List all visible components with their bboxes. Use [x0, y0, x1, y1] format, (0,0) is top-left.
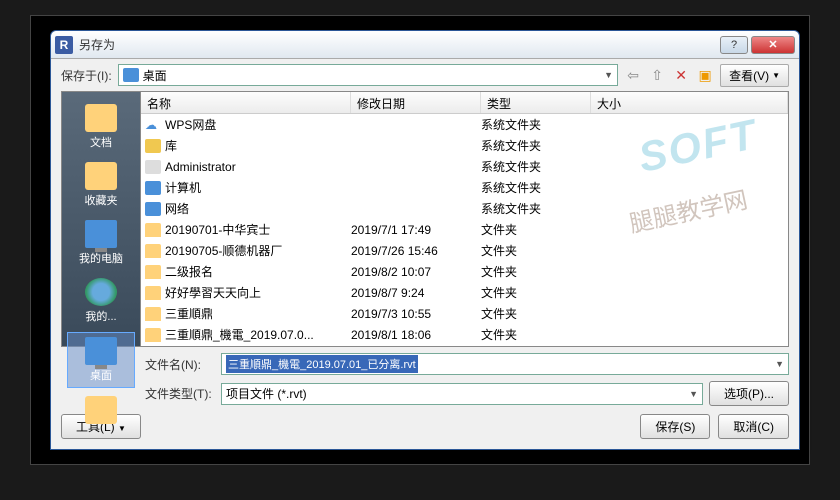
- file-date: 2019/7/3 10:55: [351, 307, 481, 321]
- bottom-bar: 工具(L) ▼ 保存(S) 取消(C): [51, 408, 799, 449]
- file-name: 三重順鼎_機電_2019.07.0...: [165, 326, 314, 343]
- app-icon: R: [55, 36, 73, 54]
- folder-icon: [145, 265, 161, 279]
- net-icon: [145, 202, 161, 216]
- file-name: 20190705-顺德机器厂: [165, 242, 282, 259]
- col-type[interactable]: 类型: [481, 92, 591, 113]
- options-button[interactable]: 选项(P)...: [709, 381, 789, 406]
- save-button[interactable]: 保存(S): [640, 414, 710, 439]
- save-in-label: 保存于(I):: [61, 67, 112, 84]
- window-buttons: ? ✕: [720, 36, 795, 54]
- folder-icon: [145, 328, 161, 342]
- file-row[interactable]: 计算机 系统文件夹: [141, 177, 788, 198]
- window-title: 另存为: [79, 36, 720, 53]
- folder-icon: [145, 244, 161, 258]
- filename-value: 三重順鼎_機電_2019.07.01_已分离.rvt: [226, 355, 418, 373]
- file-type: 文件夹: [481, 242, 591, 259]
- desktop-icon: [123, 68, 139, 82]
- file-list: ☁WPS网盘系统文件夹库系统文件夹Administrator系统文件夹计算机系统…: [141, 114, 788, 346]
- file-row[interactable]: 网络 系统文件夹: [141, 198, 788, 219]
- sidebar-item-favorites[interactable]: 收藏夹: [67, 158, 135, 212]
- file-type: 文件夹: [481, 326, 591, 343]
- file-row[interactable]: 二级报名 2019/8/2 10:07文件夹: [141, 261, 788, 282]
- file-row[interactable]: ☁ WPS网盘 系统文件夹: [141, 114, 788, 135]
- file-name: 库: [165, 137, 177, 154]
- file-type: 文件夹: [481, 263, 591, 280]
- filename-label: 文件名(N):: [145, 356, 215, 373]
- chevron-down-icon: ▼: [604, 70, 613, 80]
- toolbar-icons: ⇦ ⇧ ✕ ▣: [624, 66, 714, 84]
- folder-icon: [145, 286, 161, 300]
- filename-fields: 文件名(N): 三重順鼎_機電_2019.07.01_已分离.rvt ▼ 文件类…: [51, 347, 799, 408]
- chevron-down-icon: ▼: [772, 71, 780, 80]
- help-button[interactable]: ?: [720, 36, 748, 54]
- file-row[interactable]: 三重順鼎 2019/7/3 10:55文件夹: [141, 303, 788, 324]
- file-row[interactable]: 20190701-中华宾士 2019/7/1 17:49文件夹: [141, 219, 788, 240]
- file-type: 系统文件夹: [481, 179, 591, 196]
- back-icon[interactable]: ⇦: [624, 66, 642, 84]
- file-row[interactable]: 库 系统文件夹: [141, 135, 788, 156]
- file-date: 2019/8/7 9:24: [351, 286, 481, 300]
- column-headers: 名称 修改日期 类型 大小: [141, 92, 788, 114]
- file-name: 计算机: [165, 179, 201, 196]
- file-name: 20190701-中华宾士: [165, 221, 270, 238]
- file-list-area: SOFT 腿腿教学网 名称 修改日期 类型 大小 ☁WPS网盘系统文件夹库系统文…: [141, 91, 789, 347]
- cancel-button[interactable]: 取消(C): [718, 414, 789, 439]
- col-date[interactable]: 修改日期: [351, 92, 481, 113]
- file-name: Administrator: [165, 160, 236, 174]
- filetype-dropdown[interactable]: 项目文件 (*.rvt) ▼: [221, 383, 703, 405]
- file-name: 二级报名: [165, 263, 213, 280]
- file-name: WPS网盘: [165, 116, 216, 133]
- view-button[interactable]: 查看(V) ▼: [720, 64, 789, 87]
- file-type: 系统文件夹: [481, 116, 591, 133]
- file-row[interactable]: 20190705-顺德机器厂 2019/7/26 15:46文件夹: [141, 240, 788, 261]
- col-size[interactable]: 大小: [591, 92, 788, 113]
- location-dropdown[interactable]: 桌面 ▼: [118, 64, 618, 86]
- file-type: 文件夹: [481, 284, 591, 301]
- file-row[interactable]: 好好學習天天向上 2019/8/7 9:24文件夹: [141, 282, 788, 303]
- chevron-down-icon: ▼: [775, 359, 784, 369]
- location-value: 桌面: [143, 67, 167, 84]
- delete-icon[interactable]: ✕: [672, 66, 690, 84]
- file-type: 文件夹: [481, 305, 591, 322]
- dialog-body: 文档 收藏夹 我的电脑 我的... 桌面 SOFT 腿腿教学网 名称 修改日期 …: [51, 91, 799, 347]
- file-type: 系统文件夹: [481, 200, 591, 217]
- file-date: 2019/8/1 18:06: [351, 328, 481, 342]
- save-as-dialog: R 另存为 ? ✕ 保存于(I): 桌面 ▼ ⇦ ⇧ ✕ ▣ 查看(V) ▼ 文…: [50, 30, 800, 450]
- lib-icon: [145, 139, 161, 153]
- file-row[interactable]: 斯文里B3F施工圖(鈕錯10...2019/8/7 9:23文件夹: [141, 345, 788, 346]
- file-date: 2019/7/1 17:49: [351, 223, 481, 237]
- user-icon: [145, 160, 161, 174]
- location-toolbar: 保存于(I): 桌面 ▼ ⇦ ⇧ ✕ ▣ 查看(V) ▼: [51, 59, 799, 91]
- file-row[interactable]: Administrator 系统文件夹: [141, 156, 788, 177]
- chevron-down-icon: ▼: [689, 389, 698, 399]
- file-date: 2019/8/2 10:07: [351, 265, 481, 279]
- file-type: 文件夹: [481, 221, 591, 238]
- folder-icon: [145, 307, 161, 321]
- places-sidebar: 文档 收藏夹 我的电脑 我的... 桌面: [61, 91, 141, 347]
- titlebar: R 另存为 ? ✕: [51, 31, 799, 59]
- sidebar-item-documents[interactable]: 文档: [67, 100, 135, 154]
- close-button[interactable]: ✕: [751, 36, 795, 54]
- sidebar-item-mycomputer[interactable]: 我的电脑: [67, 216, 135, 270]
- file-date: 2019/7/26 15:46: [351, 244, 481, 258]
- cloud-icon: ☁: [145, 118, 161, 132]
- sidebar-item-network[interactable]: 我的...: [67, 274, 135, 328]
- new-folder-icon[interactable]: ▣: [696, 66, 714, 84]
- filetype-label: 文件类型(T):: [145, 385, 215, 402]
- filename-input[interactable]: 三重順鼎_機電_2019.07.01_已分离.rvt ▼: [221, 353, 789, 375]
- file-name: 三重順鼎: [165, 305, 213, 322]
- file-type: 系统文件夹: [481, 158, 591, 175]
- file-name: 好好學習天天向上: [165, 284, 261, 301]
- file-row[interactable]: 三重順鼎_機電_2019.07.0... 2019/8/1 18:06文件夹: [141, 324, 788, 345]
- folder-icon: [145, 223, 161, 237]
- filetype-value: 项目文件 (*.rvt): [226, 385, 307, 402]
- up-icon[interactable]: ⇧: [648, 66, 666, 84]
- pc-icon: [145, 181, 161, 195]
- col-name[interactable]: 名称: [141, 92, 351, 113]
- file-name: 网络: [165, 200, 189, 217]
- file-type: 系统文件夹: [481, 137, 591, 154]
